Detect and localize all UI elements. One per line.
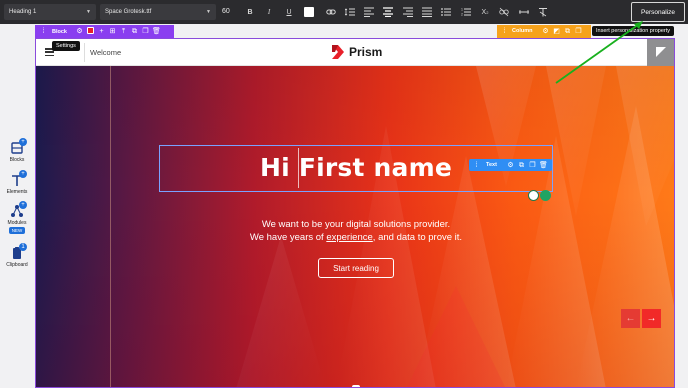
rail-item-elements[interactable]: + Elements	[0, 170, 34, 195]
link-icon[interactable]	[324, 5, 338, 19]
clear-format-icon[interactable]	[536, 5, 550, 19]
hero-subtitle-line-1: We want to be your digital solutions pro…	[261, 219, 451, 230]
column-label: Column	[512, 28, 533, 34]
subtitle-text: We have years of	[249, 232, 327, 243]
block-toolbar: ⁞ Block ⚙ + ⊞ ⤒ ⧉ ❐ 🗑	[35, 25, 174, 38]
header-divider	[84, 43, 85, 62]
settings-tooltip: Settings	[52, 41, 80, 51]
modules-icon: +	[10, 201, 27, 218]
duplicate-icon[interactable]: ⧉	[563, 27, 572, 36]
gear-icon[interactable]: ⚙	[506, 161, 515, 170]
underline-icon[interactable]: U	[282, 5, 296, 19]
font-family-value: Space Grotesk.ttf	[105, 9, 152, 15]
copy-icon[interactable]: ❐	[141, 27, 150, 36]
duplicate-icon[interactable]: ⧉	[517, 161, 526, 170]
font-size-value[interactable]: 60	[222, 5, 230, 19]
superscript-icon[interactable]: X2	[478, 5, 492, 19]
chevron-down-icon: ▼	[86, 9, 91, 15]
prism-logo-icon	[332, 45, 344, 59]
bullet-list-icon[interactable]	[439, 5, 453, 19]
personalize-tooltip: Insert personalization property	[592, 26, 674, 36]
block-label: Block	[52, 28, 67, 35]
drag-handle-icon[interactable]: ⁞	[39, 27, 48, 36]
gear-icon[interactable]: ⚙	[75, 27, 84, 36]
duplicate-icon[interactable]: ⧉	[130, 27, 139, 36]
horizontal-rule-icon[interactable]	[517, 5, 531, 19]
add-icon: +	[19, 201, 27, 209]
align-center-icon[interactable]	[381, 5, 395, 19]
experience-link[interactable]: experience	[326, 232, 372, 243]
elements-icon: +	[10, 170, 27, 187]
carousel-next-arrow-icon[interactable]: →	[642, 309, 661, 328]
rail-item-label: Modules	[7, 220, 27, 226]
trash-icon[interactable]: 🗑	[539, 161, 548, 170]
bold-icon[interactable]: B	[243, 5, 257, 19]
line-height-icon[interactable]	[343, 5, 357, 19]
left-rail: + Blocks + Elements + Modules NEW 1 Clip…	[0, 24, 34, 388]
header-action-button[interactable]	[647, 39, 674, 66]
add-icon[interactable]: +	[97, 27, 106, 36]
numbered-list-icon[interactable]: 12	[459, 5, 473, 19]
svg-text:2: 2	[461, 13, 463, 17]
save-module-icon[interactable]: ⤒	[119, 27, 128, 36]
align-justify-icon[interactable]	[420, 5, 434, 19]
personalize-button[interactable]: Personalize	[631, 2, 685, 22]
copy-icon[interactable]: ❐	[528, 161, 537, 170]
rail-item-clipboard[interactable]: 1 Clipboard	[0, 243, 34, 268]
rail-item-label: Clipboard	[6, 262, 28, 268]
text-color-swatch[interactable]	[304, 7, 314, 17]
rail-item-label: Blocks	[9, 157, 25, 163]
color-fill-icon[interactable]: ◩	[552, 27, 561, 36]
add-layout-icon[interactable]: ⊞	[108, 27, 117, 36]
italic-icon[interactable]: I	[262, 5, 276, 19]
start-reading-button[interactable]: Start reading	[318, 258, 394, 278]
editor-toolbar: Heading 1 ▼ Space Grotesk.ttf ▼ 60 B I U…	[0, 0, 688, 24]
page-header: Welcome Prism	[36, 39, 674, 66]
new-badge: NEW	[8, 227, 26, 234]
color-palette-icon[interactable]	[86, 27, 95, 36]
text-caret	[298, 148, 299, 188]
copy-icon[interactable]: ❐	[574, 27, 583, 36]
unlink-icon[interactable]	[497, 5, 511, 19]
svg-text:1: 1	[461, 8, 463, 12]
font-family-select[interactable]: Space Grotesk.ttf ▼	[100, 4, 216, 20]
align-left-icon[interactable]	[362, 5, 376, 19]
rail-item-label: Elements	[6, 189, 28, 195]
location-pin-icon[interactable]	[528, 190, 539, 201]
rail-item-modules[interactable]: + Modules NEW	[0, 201, 34, 234]
trash-icon[interactable]: 🗑	[152, 27, 161, 36]
column-toolbar: ⁞ Column ⚙ ◩ ⧉ ❐	[497, 25, 591, 38]
blocks-icon: +	[10, 138, 27, 155]
hero-subtitle-line-2: We have years of experience, and data to…	[36, 232, 674, 243]
add-icon: +	[19, 170, 27, 178]
text-label: Text	[486, 162, 497, 168]
nav-welcome[interactable]: Welcome	[90, 48, 121, 57]
clipboard-count: 1	[19, 243, 27, 251]
text-style-select[interactable]: Heading 1 ▼	[4, 4, 96, 20]
gear-icon[interactable]: ⚙	[541, 27, 550, 36]
brand-logo: Prism	[330, 44, 382, 60]
chevron-down-icon: ▼	[206, 9, 211, 15]
align-right-icon[interactable]	[401, 5, 415, 19]
text-style-value: Heading 1	[9, 9, 37, 15]
brand-name: Prism	[349, 45, 383, 59]
grammarly-icon[interactable]	[540, 190, 551, 201]
email-canvas[interactable]: Welcome Prism Hi First name We want to b…	[35, 38, 675, 388]
add-icon: +	[19, 138, 27, 146]
carousel-prev-arrow-icon[interactable]: ←	[621, 309, 640, 328]
text-toolbar: ⁞ Text ⚙ ⧉ ❐ 🗑	[469, 159, 552, 171]
subtitle-text: , and data to prove it.	[372, 232, 463, 243]
rail-item-blocks[interactable]: + Blocks	[0, 138, 34, 163]
drag-handle-icon[interactable]: ⁞	[472, 161, 481, 170]
clipboard-icon: 1	[10, 243, 27, 260]
drag-handle-icon[interactable]: ⁞	[500, 27, 509, 36]
headline-greeting: Hi	[260, 153, 290, 182]
personalization-token[interactable]: First name	[299, 153, 452, 182]
